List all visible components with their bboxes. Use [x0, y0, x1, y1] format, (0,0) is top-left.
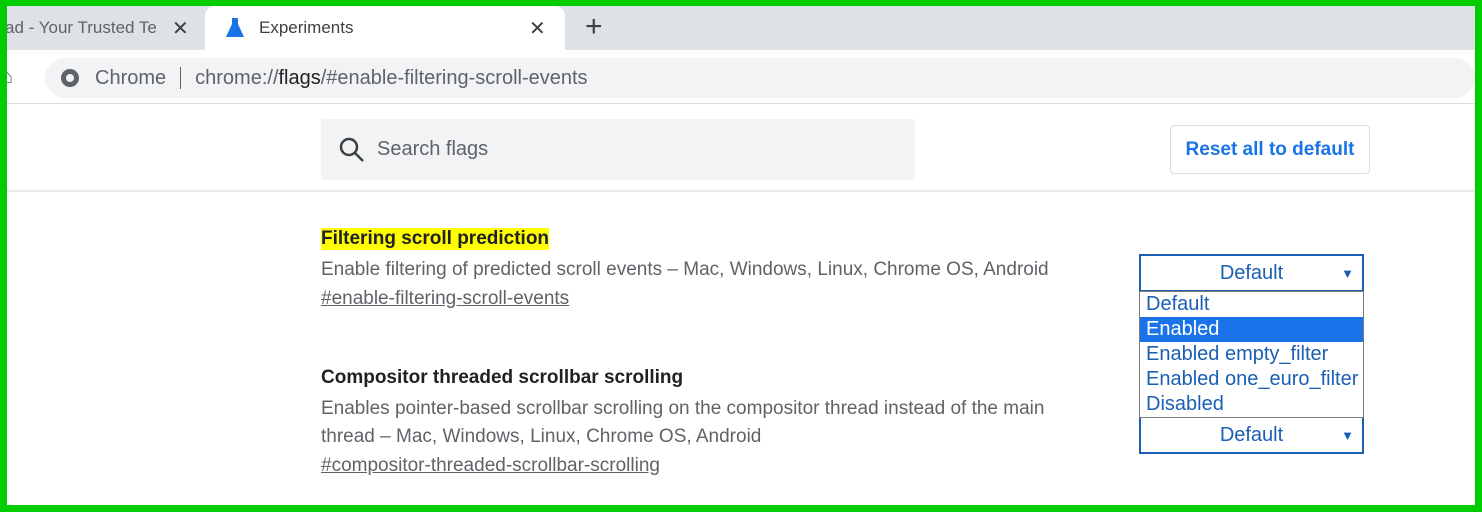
experiment-compositor-scrollbar: Compositor threaded scrollbar scrolling … — [321, 367, 1081, 477]
dropdown-arrow-icon: ▼ — [1341, 265, 1354, 281]
experiment-link[interactable]: #enable-filtering-scroll-events — [321, 288, 569, 310]
browser-window: ad - Your Trusted Te ✕ Experiments ✕ + ⌂… — [7, 6, 1475, 505]
flask-icon — [226, 18, 244, 37]
option-enabled-empty-filter[interactable]: Enabled empty_filter — [1140, 342, 1363, 367]
url-rest: /#enable-filtering-scroll-events — [320, 66, 588, 89]
url-host: flags — [278, 66, 321, 89]
experiment-description: Enables pointer-based scrollbar scrollin… — [321, 398, 1045, 447]
experiment-title: Filtering scroll prediction — [321, 228, 550, 250]
toolbar: ⌂ Chrome chrome://flags/#enable-filterin… — [7, 50, 1475, 104]
tab-inactive[interactable]: ad - Your Trusted Te ✕ — [7, 6, 195, 50]
option-enabled[interactable]: Enabled — [1140, 317, 1363, 342]
experiment-description: Enable filtering of predicted scroll eve… — [321, 259, 1049, 280]
search-input[interactable]: Search flags — [321, 119, 915, 180]
filtering-select[interactable]: Default ▼ — [1139, 254, 1364, 292]
compositor-select[interactable]: Default ▼ — [1139, 416, 1364, 454]
dropdown-arrow-icon: ▼ — [1341, 427, 1354, 443]
experiment-link[interactable]: #compositor-threaded-scrollbar-scrolling — [321, 455, 660, 477]
url-prefix: chrome:// — [195, 66, 279, 89]
option-disabled[interactable]: Disabled — [1140, 392, 1363, 417]
omnibox[interactable]: Chrome chrome://flags/#enable-filtering-… — [45, 58, 1475, 98]
tab-title: ad - Your Trusted Te — [7, 18, 157, 37]
experiment-title: Compositor threaded scrollbar scrolling — [321, 367, 684, 388]
flags-header: Search flags Reset all to default — [7, 104, 1475, 192]
tab-experiments[interactable]: Experiments ✕ — [205, 6, 565, 50]
select-value: Default — [1219, 261, 1284, 284]
reset-all-button[interactable]: Reset all to default — [1170, 125, 1370, 174]
experiment-filtering-scroll: Filtering scroll prediction Enable filte… — [321, 228, 1081, 310]
option-default[interactable]: Default — [1140, 292, 1363, 317]
search-placeholder: Search flags — [377, 138, 489, 160]
select-value: Default — [1219, 423, 1284, 446]
tab-title: Experiments — [259, 18, 354, 37]
new-tab-icon[interactable]: + — [585, 10, 603, 44]
dropdown-list: Default Enabled Enabled empty_filter Ena… — [1139, 291, 1364, 418]
close-tab-icon[interactable]: ✕ — [529, 16, 546, 41]
chrome-icon — [61, 69, 79, 87]
close-tab-icon[interactable]: ✕ — [172, 16, 189, 41]
divider — [180, 67, 182, 89]
home-icon[interactable]: ⌂ — [7, 66, 13, 89]
option-enabled-one-euro-filter[interactable]: Enabled one_euro_filter — [1140, 367, 1363, 392]
site-label: Chrome — [95, 66, 167, 89]
search-icon — [339, 137, 364, 162]
tab-bar: ad - Your Trusted Te ✕ Experiments ✕ + — [7, 6, 1475, 50]
